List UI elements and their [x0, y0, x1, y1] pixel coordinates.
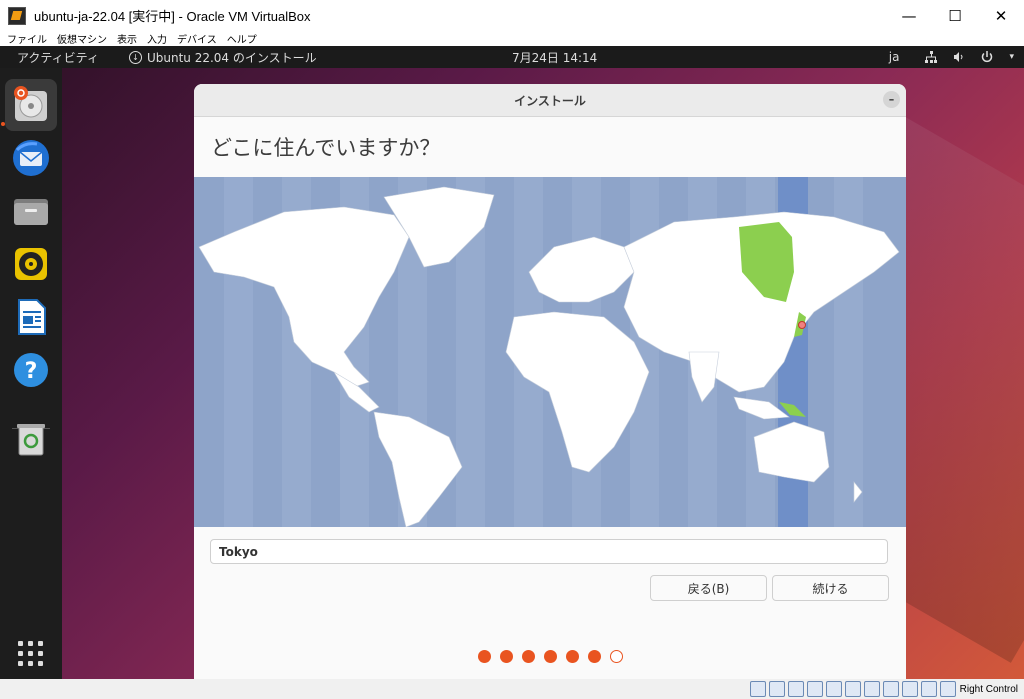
- progress-dot: [500, 650, 513, 663]
- menu-devices[interactable]: デバイス: [177, 31, 217, 46]
- mouse-integration-icon[interactable]: [920, 681, 937, 697]
- host-menubar: ファイル 仮想マシン 表示 入力 デバイス ヘルプ: [0, 31, 1024, 46]
- power-icon: [982, 51, 993, 63]
- dock-installer-icon[interactable]: [5, 79, 57, 131]
- page-question: どこに住んでいますか？: [211, 136, 441, 160]
- audio-icon[interactable]: [787, 681, 804, 697]
- keyboard-icon[interactable]: [939, 681, 956, 697]
- libreoffice-writer-icon[interactable]: [5, 291, 57, 343]
- installer-window: インストール – どこに住んでいますか？ Tokyo 戻る(B) 続ける: [194, 84, 906, 679]
- show-apps-icon[interactable]: [5, 628, 57, 679]
- volume-icon: [954, 52, 963, 62]
- app-menu[interactable]: ↓ Ubuntu 22.04 のインストール: [128, 49, 317, 66]
- system-tray[interactable]: ja ▾: [889, 50, 1014, 64]
- rhythmbox-icon[interactable]: [5, 238, 57, 290]
- maximize-button[interactable]: ☐: [932, 0, 978, 31]
- back-button[interactable]: 戻る(B): [650, 575, 767, 601]
- location-input[interactable]: Tokyo: [210, 539, 888, 564]
- progress-dot: [478, 650, 491, 663]
- timezone-map[interactable]: [194, 177, 906, 527]
- network-icon: [925, 51, 938, 63]
- network-status-icon[interactable]: [806, 681, 823, 697]
- app-menu-label: Ubuntu 22.04 のインストール: [146, 50, 317, 65]
- menu-file[interactable]: ファイル: [7, 31, 47, 46]
- host-status-bar: Right Control: [0, 679, 1024, 699]
- installer-minimize-button[interactable]: –: [883, 91, 900, 108]
- virtualbox-icon: [8, 6, 26, 25]
- recording-icon[interactable]: [882, 681, 899, 697]
- display-icon[interactable]: [863, 681, 880, 697]
- hard-disk-icon[interactable]: [749, 681, 766, 697]
- progress-dot-current: [610, 650, 623, 663]
- thunderbird-icon[interactable]: [5, 132, 57, 184]
- menu-machine[interactable]: 仮想マシン: [57, 31, 107, 46]
- progress-dot: [544, 650, 557, 663]
- help-icon[interactable]: ?: [5, 344, 57, 396]
- input-method-indicator[interactable]: ja: [889, 50, 900, 64]
- minimize-button[interactable]: —: [886, 0, 932, 31]
- progress-dot: [588, 650, 601, 663]
- trash-icon[interactable]: [5, 413, 57, 465]
- installer-header: インストール –: [194, 84, 906, 117]
- continue-button[interactable]: 続ける: [772, 575, 889, 601]
- close-button[interactable]: ✕: [978, 0, 1024, 31]
- progress-dot: [566, 650, 579, 663]
- progress-dots: [478, 650, 623, 663]
- menu-view[interactable]: 表示: [117, 31, 137, 46]
- download-icon: ↓: [128, 50, 142, 64]
- activities-button[interactable]: アクティビティ: [17, 49, 99, 66]
- tray-chevron-icon: ▾: [1009, 52, 1014, 62]
- window-title: ubuntu-ja-22.04 [実行中] - Oracle VM Virtua…: [34, 9, 311, 24]
- progress-dot: [522, 650, 535, 663]
- menu-input[interactable]: 入力: [147, 31, 167, 46]
- clock[interactable]: 7月24日 14:14: [512, 49, 597, 66]
- host-key-label: Right Control: [959, 683, 1018, 695]
- gnome-top-bar: アクティビティ ↓ Ubuntu 22.04 のインストール 7月24日 14:…: [0, 46, 1024, 68]
- host-title-bar: ubuntu-ja-22.04 [実行中] - Oracle VM Virtua…: [0, 0, 1024, 31]
- vm-screen: アクティビティ ↓ Ubuntu 22.04 のインストール 7月24日 14:…: [0, 46, 1024, 679]
- svg-text:?: ?: [25, 359, 38, 384]
- usb-icon[interactable]: [825, 681, 842, 697]
- cpu-icon[interactable]: [901, 681, 918, 697]
- files-icon[interactable]: [5, 185, 57, 237]
- menu-help[interactable]: ヘルプ: [227, 31, 257, 46]
- tokyo-marker: [798, 321, 806, 329]
- dock: ?: [0, 68, 62, 679]
- world-map-graphic[interactable]: [194, 177, 906, 527]
- optical-drive-icon[interactable]: [768, 681, 785, 697]
- shared-folders-icon[interactable]: [844, 681, 861, 697]
- installer-title: インストール: [514, 93, 586, 108]
